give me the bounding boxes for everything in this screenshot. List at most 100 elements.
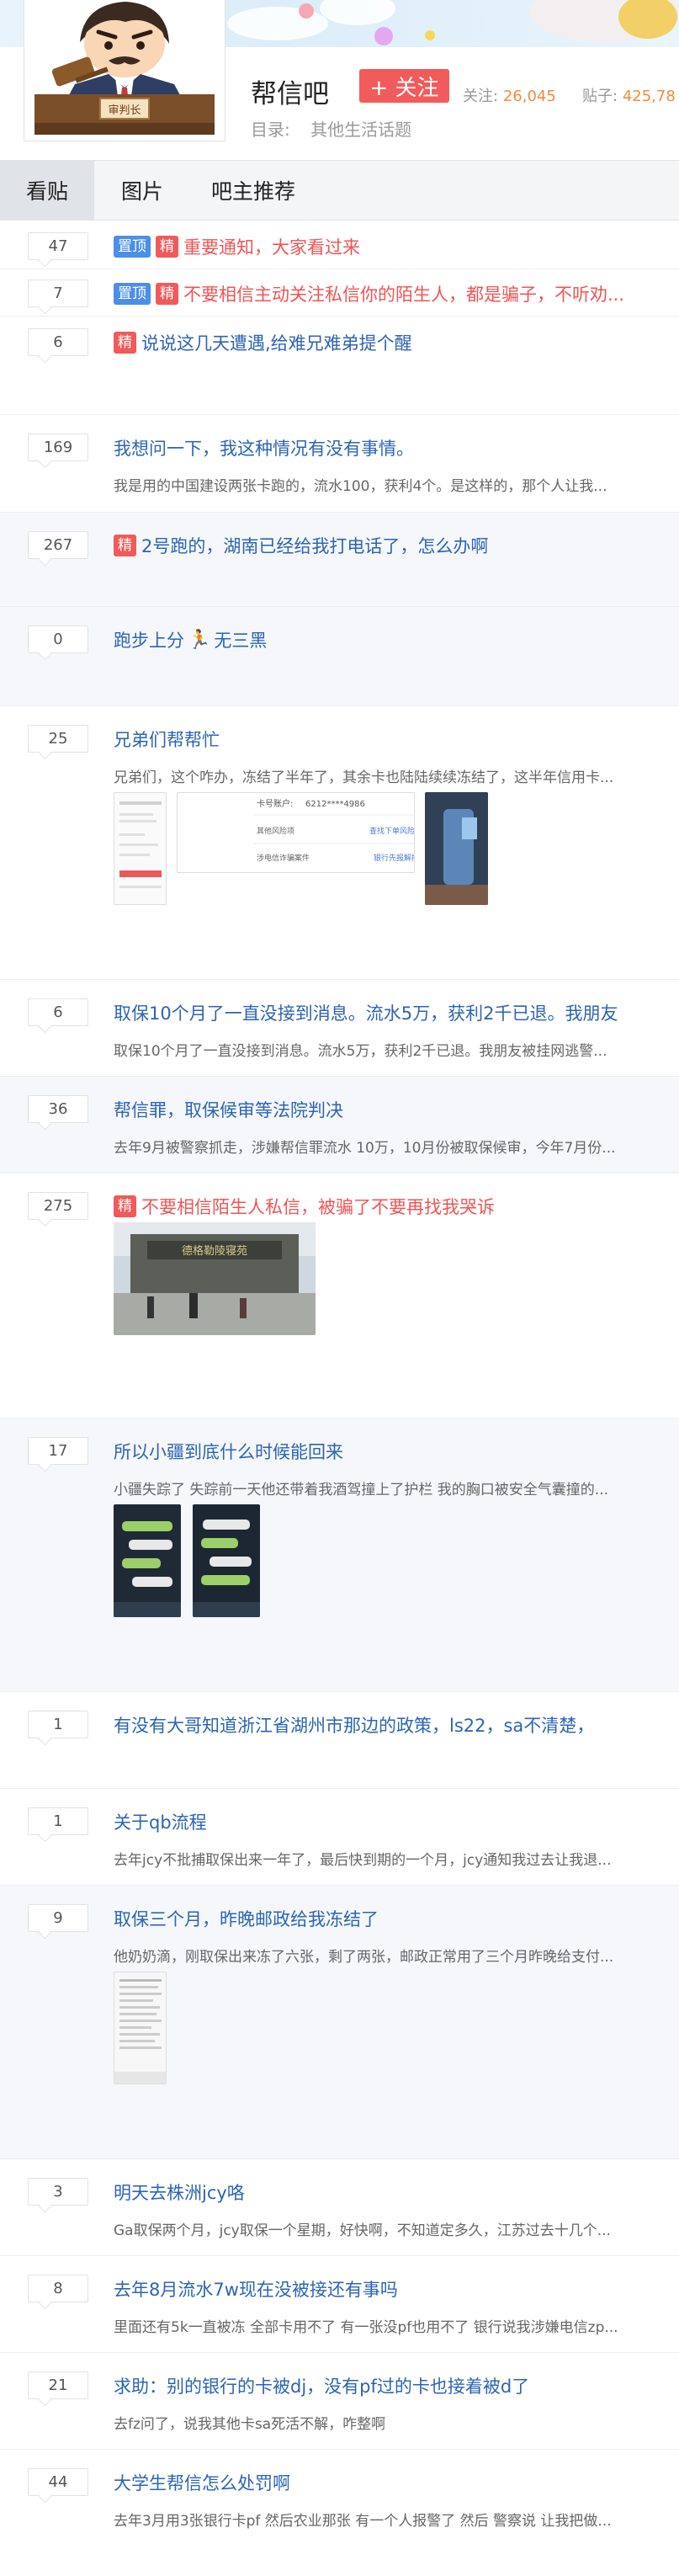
thread-abstract: 去年9月被警察抓走，涉嫌帮信罪流水 10万，10月份被取保候审，今年7月份... [114, 1140, 616, 1157]
follow-count-label: 关注: [463, 88, 499, 105]
pinned-badge: 置顶 [114, 236, 151, 258]
thread-item[interactable]: 44 大学生帮信怎么处罚啊 去年3月用3张银行卡pf 然后农业那张 有一个人报警… [0, 2450, 679, 2547]
runner-emoji: 🏃 [188, 629, 211, 651]
thread-abstract: 小疆失踪了 失踪前一天他还带着我酒驾撞上了护栏 我的胸口被安全气囊撞的... [114, 1482, 609, 1498]
thread-title[interactable]: 我想问一下，我这种情况有没有事情。 [114, 435, 414, 460]
svg-text:涉电信诈骗案件: 涉电信诈骗案件 [257, 853, 310, 863]
thread-title[interactable]: 重要通知，大家看过来 [183, 234, 360, 259]
post-count-stat: 贴子: 425,78 [582, 84, 676, 106]
reply-count: 7 [28, 279, 88, 307]
thread-item[interactable]: 1 有没有大哥知道浙江省湖州市那边的政策，ls22，sa不清楚， [0, 1692, 679, 1789]
forum-name: 帮信吧 [251, 79, 329, 109]
thread-image[interactable] [193, 1504, 260, 1617]
thread-item[interactable]: 9 取保三个月，昨晚邮政给我冻结了 他奶奶滴，刚取保出来冻了六张，剩了两张，邮政… [0, 1886, 679, 2159]
reply-count: 47 [28, 232, 88, 260]
thread-title-line: 精 不要相信陌生人私信，被骗了不要再找我哭诉 [114, 1194, 669, 1219]
thread-image[interactable] [114, 792, 167, 905]
reply-count: 1 [28, 1711, 88, 1738]
reply-count: 6 [28, 328, 88, 356]
thread-item[interactable]: 21 求助：别的银行的卡被dj，没有pf过的卡也接着被d了 去fz问了，说我其他… [0, 2353, 679, 2450]
thread-item[interactable]: 47 置顶 精 重要通知，大家看过来 [0, 221, 679, 269]
thread-title[interactable]: 所以小疆到底什么时候能回来 [114, 1439, 343, 1464]
thread-title[interactable]: 2号跑的，湖南已经给我打电话了，怎么办啊 [141, 533, 488, 558]
thread-item[interactable]: 36 帮信罪，取保候审等法院判决 去年9月被警察抓走，涉嫌帮信罪流水 10万，1… [0, 1077, 679, 1174]
thread-title-line: 有没有大哥知道浙江省湖州市那边的政策，ls22，sa不清楚， [114, 1712, 669, 1738]
thread-title[interactable]: 取保三个月，昨晚邮政给我冻结了 [114, 1906, 379, 1931]
tab-threads[interactable]: 看贴 [0, 161, 94, 220]
thread-title-line: 去年8月流水7w现在没被接还有事吗 [114, 2276, 669, 2302]
tab-recommended[interactable]: 吧主推荐 [190, 161, 316, 220]
thread-title[interactable]: 大学生帮信怎么处罚啊 [114, 2470, 290, 2495]
tab-images[interactable]: 图片 [94, 161, 190, 220]
thread-title-line: 精 说说这几天遭遇,给难兄难弟提个醒 [114, 330, 669, 355]
thread-item[interactable]: 6 取保10个月了一直没接到消息。流水5万，获利2千已退。我朋友 取保10个月了… [0, 980, 679, 1077]
thread-abstract: 取保10个月了一直没接到消息。流水5万，获利2千已退。我朋友被挂网逃警... [114, 1043, 607, 1060]
thread-title[interactable]: 不要相信陌生人私信，被骗了不要再找我哭诉 [141, 1194, 495, 1219]
thread-title-line: 跑步上分 🏃 无三黑 [114, 627, 669, 652]
thread-title[interactable]: 去年8月流水7w现在没被接还有事吗 [114, 2276, 398, 2302]
thread-item[interactable]: 3 明天去株洲jcy咯 Ga取保两个月，jcy取保一个星期，好快啊，不知道定多久… [0, 2159, 679, 2256]
thread-title[interactable]: 明天去株洲jcy咯 [114, 2179, 245, 2205]
thread-title[interactable]: 关于qb流程 [114, 1809, 207, 1834]
svg-text:其他风险项: 其他风险项 [257, 826, 294, 836]
thread-title-line: 所以小疆到底什么时候能回来 [114, 1439, 669, 1464]
thread-abstract: 去年jcy不批捕取保出来一年了，最后快到期的一个月，jcy通知我过去让我退... [114, 1852, 612, 1869]
thread-item[interactable]: 0 跑步上分 🏃 无三黑 [0, 607, 679, 706]
svg-text:6212****4986: 6212****4986 [305, 800, 365, 809]
thread-title[interactable]: 说说这几天遭遇,给难兄难弟提个醒 [141, 330, 412, 355]
reply-count: 267 [28, 531, 88, 559]
thread-title[interactable]: 有没有大哥知道浙江省湖州市那边的政策，ls22，sa不清楚， [114, 1712, 594, 1738]
forum-avatar[interactable]: 审判长 [24, 0, 225, 141]
thread-title-suffix[interactable]: 无三黑 [214, 627, 267, 652]
reply-count: 44 [28, 2468, 88, 2496]
reply-count: 17 [28, 1437, 88, 1465]
thread-title[interactable]: 兄弟们帮帮忙 [114, 726, 220, 752]
thread-title[interactable]: 跑步上分 [114, 627, 184, 652]
thread-image[interactable] [114, 1972, 167, 2084]
catalog-link[interactable]: 其他生活话题 [310, 120, 411, 140]
thread-item[interactable]: 169 我想问一下，我这种情况有没有事情。 我是用的中国建设两张卡跑的，流水10… [0, 415, 679, 513]
thread-abstract: 我是用的中国建设两张卡跑的，流水100，获利4个。是这样的，那个人让我... [114, 478, 607, 495]
follow-count-value: 26,045 [502, 88, 556, 105]
reply-count: 21 [28, 2371, 88, 2399]
thread-title[interactable]: 求助：别的银行的卡被dj，没有pf过的卡也接着被d了 [114, 2373, 529, 2398]
thread-title-line: 关于qb流程 [114, 1809, 669, 1834]
reply-count: 8 [28, 2275, 88, 2302]
thread-item[interactable]: 7 置顶 精 不要相信主动关注私信你的陌生人，都是骗子，不听劝... [0, 269, 679, 317]
thread-item[interactable]: 267 精 2号跑的，湖南已经给我打电话了，怎么办啊 [0, 513, 679, 607]
thread-item[interactable]: 6 精 说说这几天遭遇,给难兄难弟提个醒 [0, 317, 679, 415]
thread-title-line: 兄弟们帮帮忙 [114, 726, 669, 752]
thread-item[interactable]: 8 去年8月流水7w现在没被接还有事吗 里面还有5k一直被冻 全部卡用不了 有一… [0, 2256, 679, 2353]
thread-item[interactable]: 17 所以小疆到底什么时候能回来 小疆失踪了 失踪前一天他还带着我酒驾撞上了护栏… [0, 1418, 679, 1692]
thread-title[interactable]: 取保10个月了一直没接到消息。流水5万，获利2千已退。我朋友 [114, 1000, 618, 1025]
thread-title-line: 取保10个月了一直没接到消息。流水5万，获利2千已退。我朋友 [114, 1000, 669, 1025]
thread-image[interactable]: 卡号账户: 6212****4986 其他风险项 查找下单风险报 涉电信诈骗案件… [177, 792, 415, 873]
thread-title-line: 明天去株洲jcy咯 [114, 2179, 669, 2205]
thread-item[interactable]: 275 精 不要相信陌生人私信，被骗了不要再找我哭诉 德格勒陵寝苑 [0, 1174, 679, 1418]
thread-image[interactable] [425, 792, 488, 905]
thread-image[interactable]: 德格勒陵寝苑 [114, 1222, 316, 1335]
thread-item[interactable]: 25 兄弟们帮帮忙 兄弟们，这个咋办，冻结了半年了，其余卡也陆陆续续冻结了，这半… [0, 706, 679, 980]
featured-badge: 精 [156, 236, 178, 258]
thread-abstract: 去fz问了，说我其他卡sa死活不解，咋整啊 [114, 2416, 386, 2433]
thread-title[interactable]: 不要相信主动关注私信你的陌生人，都是骗子，不听劝... [183, 281, 624, 306]
featured-badge: 精 [114, 332, 136, 354]
featured-badge: 精 [156, 283, 178, 305]
follow-button[interactable]: + 关注 [359, 69, 449, 103]
reply-count: 6 [28, 998, 88, 1026]
pinned-badge: 置顶 [114, 283, 151, 305]
thread-title-line: 大学生帮信怎么处罚啊 [114, 2470, 669, 2495]
thread-abstract: 他奶奶滴，刚取保出来冻了六张，剩了两张，邮政正常用了三个月昨晚给支付... [114, 1949, 614, 1966]
thread-image[interactable] [114, 1504, 181, 1617]
thread-item[interactable]: 1 关于qb流程 去年jcy不批捕取保出来一年了，最后快到期的一个月，jcy通知… [0, 1789, 679, 1886]
thread-title[interactable]: 帮信罪，取保候审等法院判决 [114, 1097, 343, 1122]
post-count-label: 贴子: [582, 88, 618, 105]
reply-count: 9 [28, 1904, 88, 1932]
catalog-label: 目录: [251, 120, 290, 140]
reply-count: 3 [28, 2178, 88, 2206]
featured-badge: 精 [114, 535, 136, 556]
thread-images [114, 1504, 260, 1617]
svg-text:查找下单风险报: 查找下单风险报 [369, 826, 415, 836]
follow-count-stat: 关注: 26,045 [463, 84, 556, 106]
thread-title-line: 求助：别的银行的卡被dj，没有pf过的卡也接着被d了 [114, 2373, 669, 2398]
